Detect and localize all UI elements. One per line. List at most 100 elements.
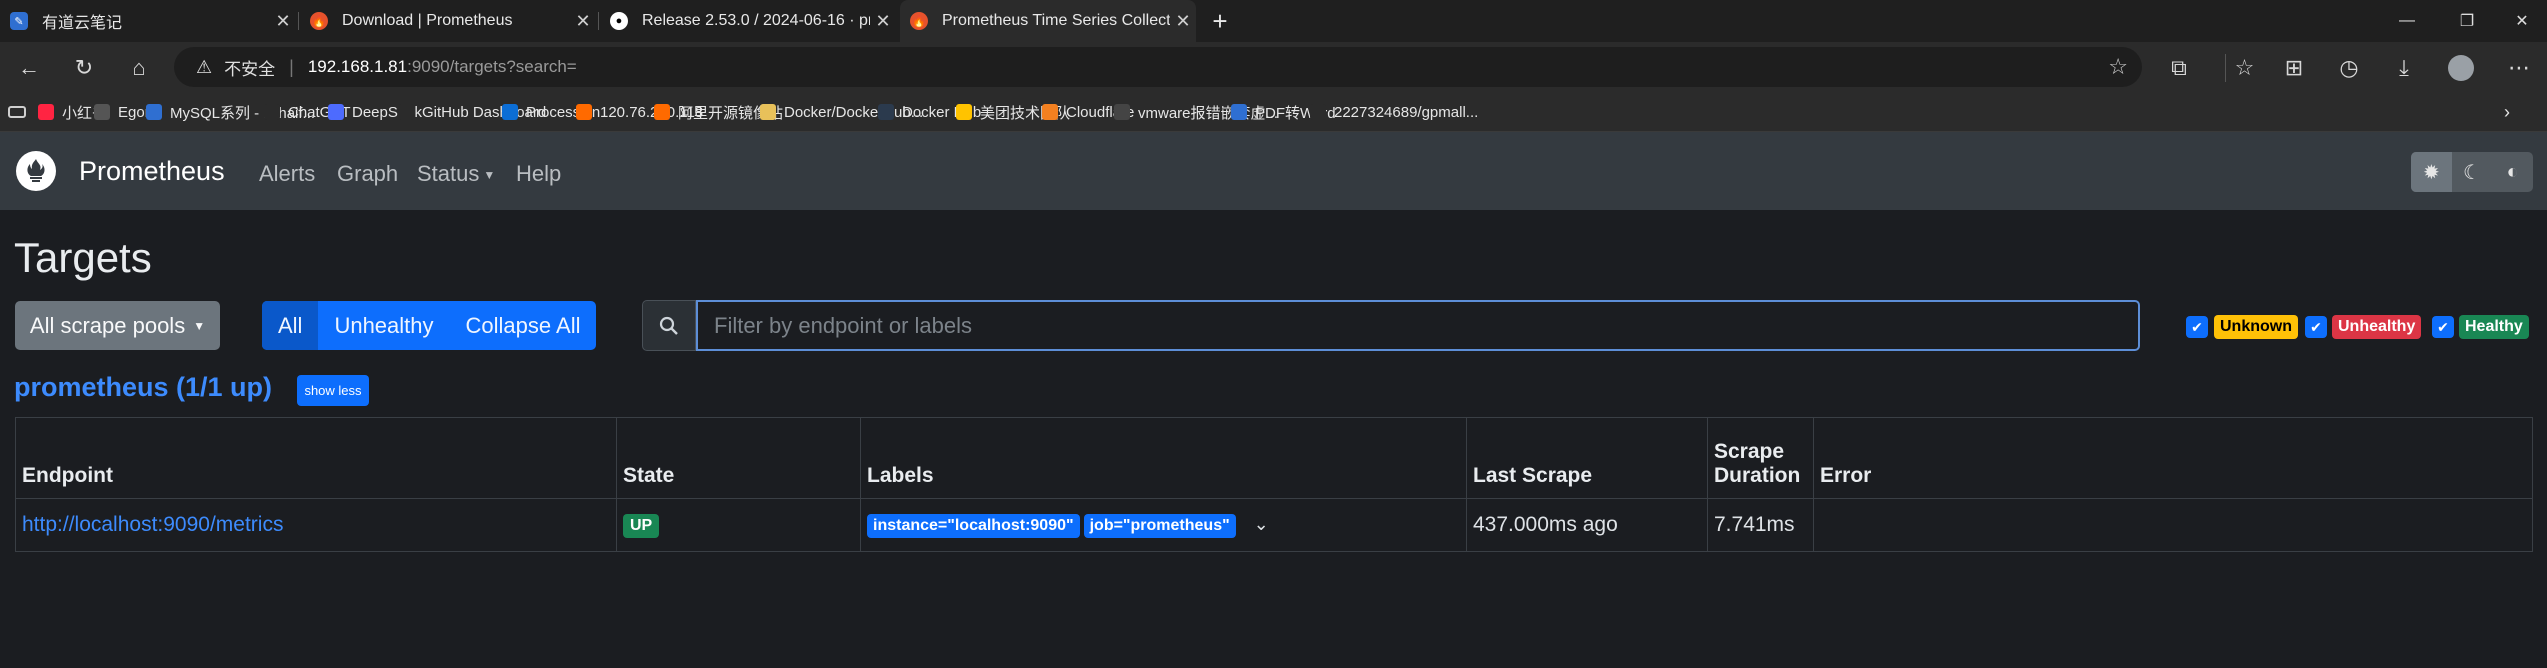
filter-unhealthy-button[interactable]: Unhealthy xyxy=(318,301,449,350)
star-icon[interactable]: ☆ xyxy=(2108,54,2128,80)
targets-table: Endpoint State Labels Last Scrape Scrape… xyxy=(15,417,2533,552)
pdf-icon xyxy=(1231,104,1247,120)
bookmark-item[interactable]: 2227324689/gpmall... xyxy=(1310,100,1478,124)
close-icon[interactable]: ✕ xyxy=(570,11,596,32)
extensions-icon[interactable]: ⧉ xyxy=(2165,54,2193,82)
unhealthy-badge: Unhealthy xyxy=(2332,315,2422,339)
close-icon[interactable]: ✕ xyxy=(1170,11,1196,32)
collapse-all-button[interactable]: Collapse All xyxy=(450,301,597,350)
browser-tab[interactable]: ● Release 2.53.0 / 2024-06-16 · promethe… xyxy=(600,0,896,42)
unknown-checkbox[interactable]: ✔ xyxy=(2186,316,2208,338)
download-icon[interactable]: ⤓ xyxy=(2390,54,2418,82)
close-window-icon[interactable]: ✕ xyxy=(2497,0,2547,42)
github-icon xyxy=(398,104,414,120)
egon-icon xyxy=(94,104,110,120)
nav-status[interactable]: Status ▼ xyxy=(417,161,495,187)
show-less-button[interactable]: show less xyxy=(297,375,369,406)
label-badge: job="prometheus" xyxy=(1083,514,1236,538)
mysql-icon xyxy=(146,104,162,120)
healthy-badge: Healthy xyxy=(2459,315,2529,339)
scrape-duration-cell: 7.741ms xyxy=(1707,498,1814,552)
tab-divider xyxy=(298,12,299,30)
column-header-labels: Labels xyxy=(860,417,1467,499)
browser-tab-active[interactable]: 🔥 Prometheus Time Series Collection ✕ xyxy=(900,0,1196,42)
history-icon[interactable]: ◷ xyxy=(2335,54,2363,82)
chevron-right-icon[interactable]: › xyxy=(2504,100,2510,124)
avatar[interactable] xyxy=(2447,54,2475,82)
table-header-row: Endpoint State Labels Last Scrape Scrape… xyxy=(15,417,2533,499)
app-navbar: Prometheus Alerts Graph Status ▼ Help ✹ ☾… xyxy=(0,132,2547,210)
docker-icon xyxy=(878,104,894,120)
app-brand[interactable]: Prometheus xyxy=(79,156,225,187)
youdao-note-icon: ✎ xyxy=(10,12,28,30)
nav-status-label: Status xyxy=(417,161,480,186)
url-host[interactable]: 192.168.1.81 xyxy=(308,57,407,77)
endpoint-cell: http://localhost:9090/metrics xyxy=(15,498,617,552)
scrape-pools-dropdown[interactable]: All scrape pools ▼ xyxy=(15,301,220,350)
nav-alerts[interactable]: Alerts xyxy=(259,161,315,187)
folder-icon xyxy=(760,104,776,120)
bookmark-label: 2227324689/gpmall... xyxy=(1334,103,1479,121)
collections-icon[interactable]: ⊞ xyxy=(2280,54,2308,82)
nav-help[interactable]: Help xyxy=(516,161,561,187)
github-icon xyxy=(1310,104,1326,120)
address-bar[interactable]: ⚠ 不安全 | 192.168.1.81 :9090/targets?searc… xyxy=(174,47,2142,87)
column-header-endpoint: Endpoint xyxy=(15,417,617,499)
status-badge: UP xyxy=(623,514,660,538)
deepseek-icon xyxy=(328,104,344,120)
restore-icon[interactable]: ❐ xyxy=(2437,0,2497,42)
search-icon xyxy=(642,300,696,351)
browser-tab[interactable]: 🔥 Download | Prometheus ✕ xyxy=(300,0,596,42)
close-icon[interactable]: ✕ xyxy=(870,11,896,32)
column-header-scrape-duration: Scrape Duration xyxy=(1707,417,1814,499)
column-header-error: Error xyxy=(1813,417,2533,499)
more-icon[interactable]: ⋯ xyxy=(2505,54,2533,82)
url-path[interactable]: :9090/targets?search= xyxy=(407,57,577,77)
chatgpt-icon xyxy=(264,104,280,120)
cloudflare-icon xyxy=(1042,104,1058,120)
tab-divider xyxy=(598,12,599,30)
bookmarks-bar: 小红书 Egon MySQL系列 - linhaif... ChatGPT DeepSe… xyxy=(0,92,2547,132)
caret-down-icon: ▼ xyxy=(193,318,206,333)
filter-all-button[interactable]: All xyxy=(262,301,319,350)
close-icon[interactable]: ✕ xyxy=(270,11,296,32)
browser-tab[interactable]: ✎ 有道云笔记 ✕ xyxy=(0,0,296,42)
half-circle-icon[interactable]: ◐ xyxy=(2492,152,2533,192)
minimize-icon[interactable]: — xyxy=(2377,0,2437,42)
prometheus-logo-icon[interactable] xyxy=(16,151,56,191)
github-icon: ● xyxy=(610,12,628,30)
sun-icon[interactable]: ✹ xyxy=(2411,152,2452,192)
healthy-checkbox[interactable]: ✔ xyxy=(2432,316,2454,338)
reload-icon[interactable]: ↻ xyxy=(70,54,98,82)
favorites-icon[interactable]: ☆ xyxy=(2225,54,2254,82)
home-icon[interactable]: ⌂ xyxy=(125,54,153,82)
endpoint-link[interactable]: http://localhost:9090/metrics xyxy=(22,513,283,536)
new-tab-button[interactable]: + xyxy=(1202,0,1238,42)
unhealthy-checkbox[interactable]: ✔ xyxy=(2305,316,2327,338)
processon-icon xyxy=(502,104,518,120)
filter-button-group: All Unhealthy Collapse All xyxy=(262,301,597,350)
nav-graph[interactable]: Graph xyxy=(337,161,398,187)
tab-title: Release 2.53.0 / 2024-06-16 · prometheus xyxy=(642,12,870,29)
scrape-pool-title[interactable]: prometheus (1/1 up) xyxy=(14,372,272,403)
warning-icon[interactable]: ⚠ xyxy=(196,57,212,78)
column-header-last-scrape: Last Scrape xyxy=(1466,417,1708,499)
table-row: http://localhost:9090/metrics UP instanc… xyxy=(15,498,2533,552)
bookmark-item[interactable]: Egon xyxy=(94,100,153,124)
state-cell: UP xyxy=(616,498,861,552)
address-divider: | xyxy=(289,56,294,77)
chevron-down-icon[interactable]: ⌄ xyxy=(1254,514,1269,535)
tab-title: 有道云笔记 xyxy=(42,15,123,32)
vmware-icon xyxy=(1114,104,1130,120)
last-scrape-cell: 437.000ms ago xyxy=(1466,498,1708,552)
error-cell xyxy=(1813,498,2533,552)
xiaohongshu-icon xyxy=(38,104,54,120)
moon-icon[interactable]: ☾ xyxy=(2452,152,2493,192)
insecure-label[interactable]: 不安全 xyxy=(224,55,275,80)
unknown-badge: Unknown xyxy=(2214,315,2298,339)
search-input[interactable] xyxy=(696,300,2140,351)
browser-tab-strip: ✎ 有道云笔记 ✕ 🔥 Download | Prometheus ✕ ● Re… xyxy=(0,0,2547,42)
tab-title: Download | Prometheus xyxy=(342,12,513,29)
back-icon[interactable]: ← xyxy=(15,54,43,82)
tab-actions-icon[interactable] xyxy=(8,100,26,124)
